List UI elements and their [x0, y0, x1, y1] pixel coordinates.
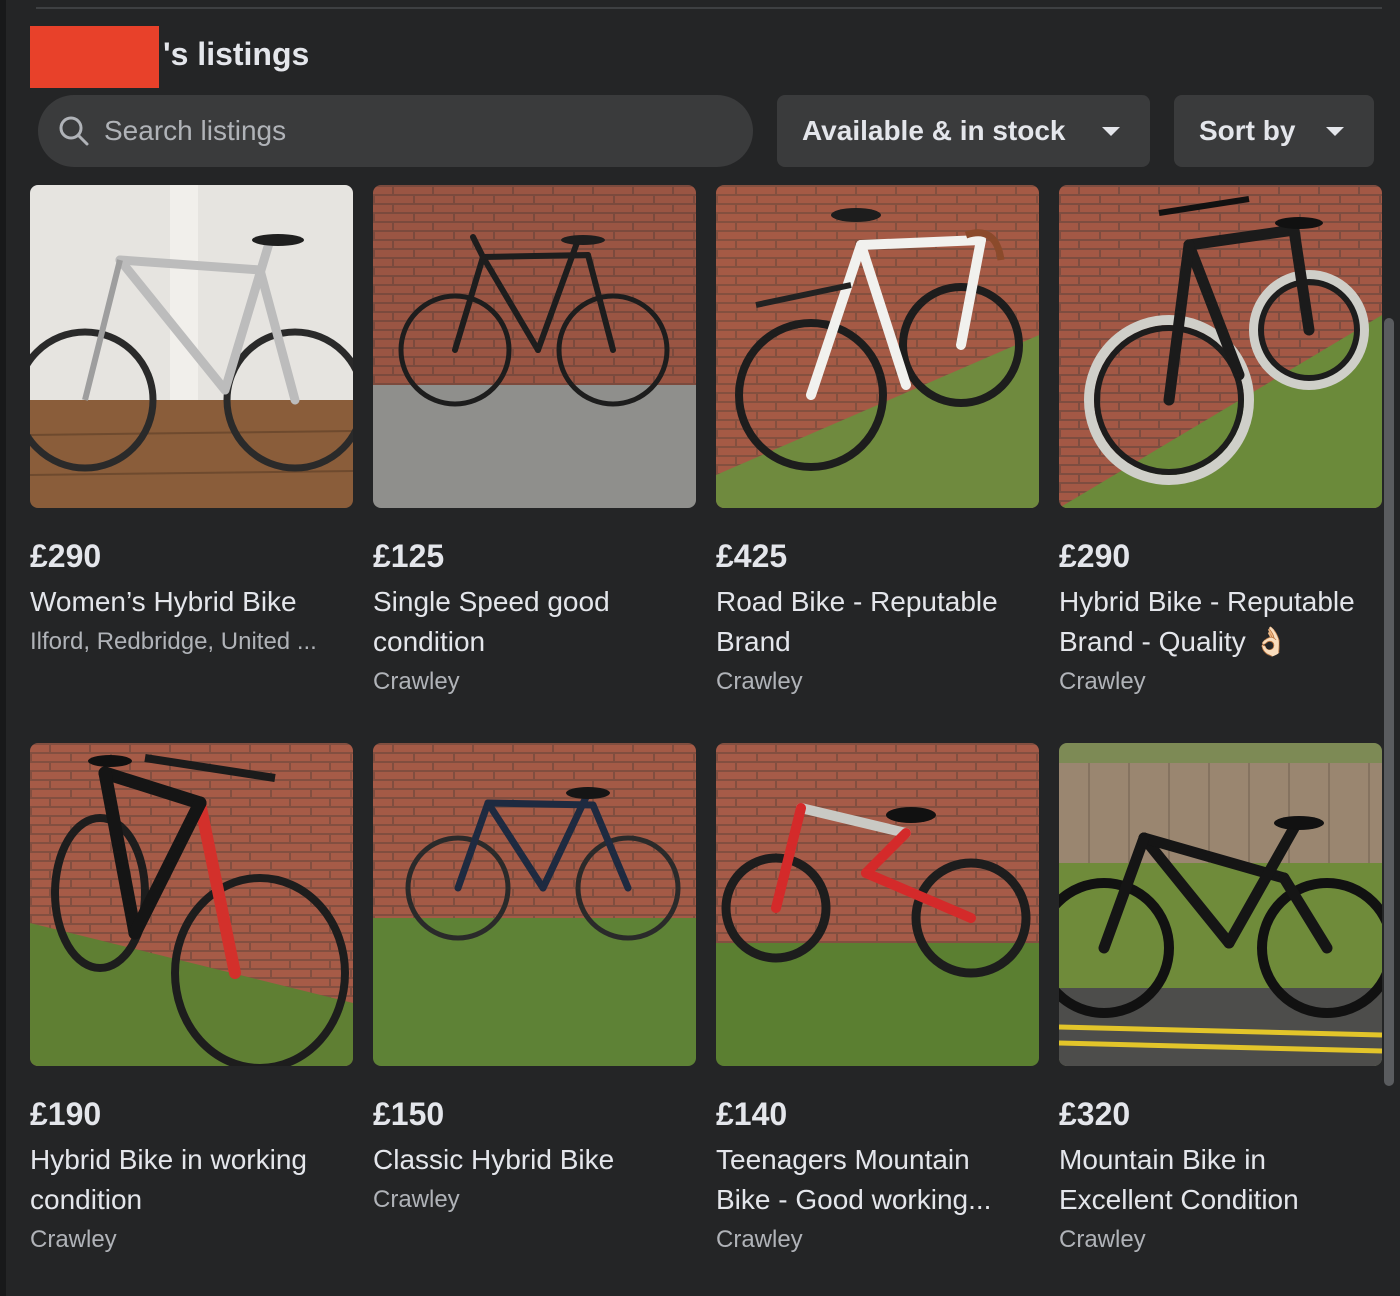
listing-photo[interactable]: [30, 185, 353, 508]
listing-title-line: Classic Hybrid Bike: [373, 1144, 615, 1175]
listing-card[interactable]: £150 Classic Hybrid Bike Crawley: [373, 743, 696, 1216]
listing-title-line: Brand: [716, 626, 791, 657]
listing-photo[interactable]: [716, 743, 1039, 1066]
listing-card[interactable]: £190 Hybrid Bike in working condition Cr…: [30, 743, 353, 1256]
listing-location: Crawley: [1059, 1226, 1146, 1253]
listing-title: Single Speed good condition: [373, 582, 696, 662]
listing-title-line: Teenagers Mountain: [716, 1144, 970, 1175]
listing-title: Mountain Bike in Excellent Condition: [1059, 1140, 1382, 1220]
listing-title-line: Single Speed good: [373, 586, 610, 617]
scrollbar-thumb[interactable]: [1384, 318, 1394, 1086]
listing-location: Crawley: [373, 1186, 460, 1213]
listing-title-line: condition: [373, 626, 486, 657]
listing-location: Crawley: [373, 668, 460, 695]
sort-dropdown[interactable]: Sort by: [1174, 95, 1374, 167]
listing-photo[interactable]: [373, 185, 696, 508]
availability-dropdown-label: Available & in stock: [802, 115, 1066, 146]
bike-photo-image: [716, 185, 1039, 508]
listing-card[interactable]: £290 Women’s Hybrid Bike Ilford, Redbrid…: [30, 185, 353, 658]
listing-title-line: condition: [30, 1184, 143, 1215]
listing-title-line: Road Bike - Reputable: [716, 586, 998, 617]
window-edge: [0, 0, 6, 1296]
listing-location: Crawley: [30, 1226, 117, 1253]
sort-dropdown-label: Sort by: [1199, 115, 1296, 146]
listing-price: £190: [30, 1096, 102, 1132]
listing-title: Women’s Hybrid Bike: [30, 582, 353, 622]
availability-dropdown[interactable]: Available & in stock: [777, 95, 1150, 167]
search-bar[interactable]: [38, 95, 753, 167]
listing-title-line: Bike - Good working...: [716, 1184, 992, 1215]
listing-price: £125: [373, 538, 445, 574]
search-input[interactable]: [102, 114, 706, 148]
top-divider: [36, 7, 1382, 9]
bike-photo-image: [1059, 185, 1382, 508]
listing-photo[interactable]: [1059, 185, 1382, 508]
bike-photo-image: [30, 185, 353, 508]
listing-title: Teenagers Mountain Bike - Good working..…: [716, 1140, 1039, 1220]
listing-title-line: Excellent Condition: [1059, 1184, 1299, 1215]
caret-down-icon: [1102, 127, 1120, 136]
page-title-text: 's listings: [163, 35, 310, 72]
listing-card[interactable]: £425 Road Bike - Reputable Brand Crawley: [716, 185, 1039, 698]
listing-location: Crawley: [1059, 668, 1146, 695]
listing-photo[interactable]: [30, 743, 353, 1066]
listing-photo[interactable]: [1059, 743, 1382, 1066]
listing-photo[interactable]: [716, 185, 1039, 508]
listing-title-line: Mountain Bike in: [1059, 1144, 1267, 1175]
bike-photo-image: [373, 185, 696, 508]
listing-title: Classic Hybrid Bike: [373, 1140, 696, 1180]
listing-card[interactable]: £125 Single Speed good condition Crawley: [373, 185, 696, 698]
listing-title-line: Hybrid Bike in working: [30, 1144, 307, 1175]
listing-title-line: Hybrid Bike - Reputable: [1059, 586, 1355, 617]
redacted-seller-name: [30, 26, 159, 88]
listing-price: £320: [1059, 1096, 1131, 1132]
search-icon: [59, 116, 89, 146]
listing-price: £150: [373, 1096, 445, 1132]
listing-price: £425: [716, 538, 788, 574]
caret-down-icon: [1326, 127, 1344, 136]
listing-photo[interactable]: [373, 743, 696, 1066]
listing-card[interactable]: £290 Hybrid Bike - Reputable Brand - Qua…: [1059, 185, 1382, 698]
listing-card[interactable]: £320 Mountain Bike in Excellent Conditio…: [1059, 743, 1382, 1256]
listing-location: Ilford, Redbridge, United ...: [30, 628, 317, 655]
listing-title-line: Women’s Hybrid Bike: [30, 586, 297, 617]
listing-location: Crawley: [716, 668, 803, 695]
page-title: 's listings: [30, 26, 309, 88]
bike-photo-image: [373, 743, 696, 1066]
bike-photo-image: [1059, 743, 1382, 1066]
bike-photo-image: [716, 743, 1039, 1066]
listing-card[interactable]: £140 Teenagers Mountain Bike - Good work…: [716, 743, 1039, 1256]
listing-title: Road Bike - Reputable Brand: [716, 582, 1039, 662]
listing-title: Hybrid Bike in working condition: [30, 1140, 353, 1220]
bike-photo-image: [30, 743, 353, 1066]
listing-price: £290: [1059, 538, 1131, 574]
listing-title: Hybrid Bike - Reputable Brand - Quality …: [1059, 582, 1382, 662]
listing-price: £140: [716, 1096, 788, 1132]
listing-title-line: Brand - Quality 👌🏻: [1059, 626, 1289, 657]
listing-location: Crawley: [716, 1226, 803, 1253]
listing-price: £290: [30, 538, 102, 574]
